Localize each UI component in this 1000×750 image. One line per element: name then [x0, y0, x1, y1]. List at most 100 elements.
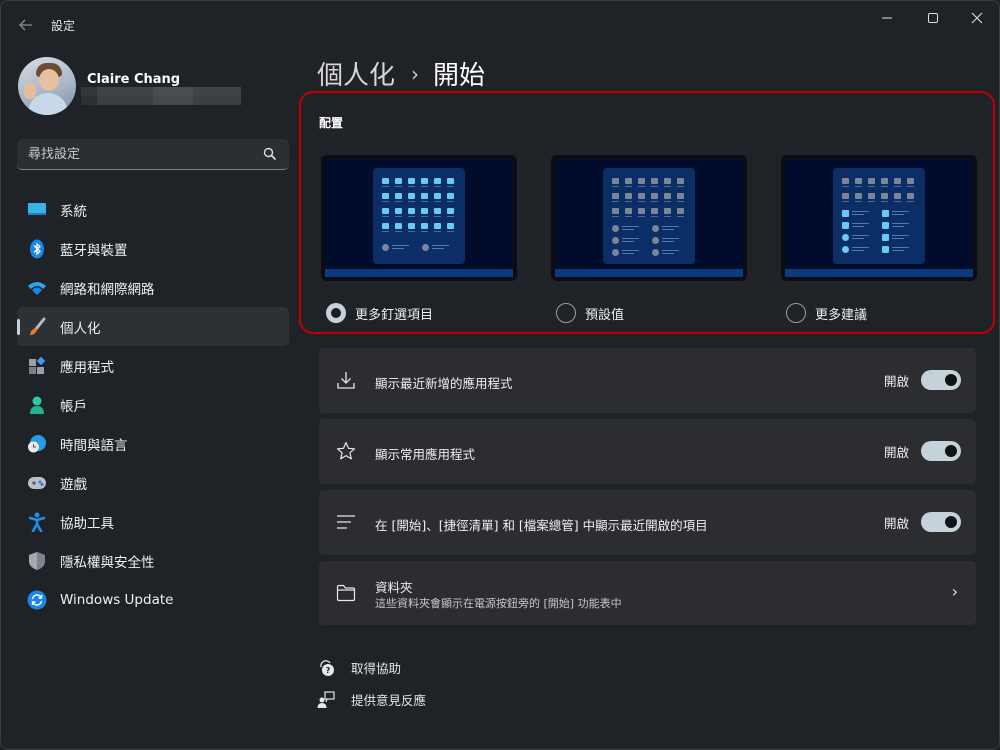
- layout-option-more-recommendations[interactable]: 更多建議: [786, 303, 867, 323]
- recommended-item-text: [662, 238, 679, 239]
- sidebar-item-apps[interactable]: 應用程式: [17, 346, 289, 385]
- minimize-button[interactable]: [864, 7, 910, 29]
- start-menu-preview: [373, 168, 465, 264]
- sidebar-item-bluetooth[interactable]: 藍牙與裝置: [17, 229, 289, 268]
- layout-option-more-pins[interactable]: 更多釘選項目: [326, 303, 433, 323]
- app-tile-label: [408, 231, 415, 232]
- minimize-icon: [882, 17, 892, 19]
- layout-option-default[interactable]: 預設值: [556, 303, 624, 323]
- app-tile-label: [625, 201, 632, 202]
- radio-button[interactable]: [786, 303, 806, 323]
- active-indicator: [17, 319, 20, 335]
- setting-show-recently-added-apps[interactable]: 顯示最近新增的應用程式 開啟: [319, 348, 976, 413]
- give-feedback-label: 提供意見反應: [351, 693, 427, 708]
- app-tile: [447, 193, 454, 199]
- sidebar-item-time-language[interactable]: 時間與語言: [17, 424, 289, 463]
- app-tile: [434, 208, 441, 214]
- radio-button[interactable]: [556, 303, 576, 323]
- sidebar-item-label: 網路和網際網路: [60, 281, 155, 298]
- search-input[interactable]: [28, 146, 248, 162]
- app-tile-label: [664, 186, 671, 187]
- sidebar-item-system[interactable]: 系統: [17, 190, 289, 229]
- toggle-switch[interactable]: [921, 441, 961, 461]
- star-icon: [335, 440, 357, 462]
- app-tile: [612, 208, 619, 214]
- app-tile: [447, 178, 454, 184]
- app-tile: [382, 208, 389, 214]
- app-tile-label: [408, 216, 415, 217]
- app-tile-label: [382, 231, 389, 232]
- app-tile-label: [434, 216, 441, 217]
- recommended-item-text: [662, 229, 674, 230]
- recommended-item-text: [892, 235, 909, 236]
- app-tile-label: [395, 231, 402, 232]
- close-button[interactable]: [954, 7, 999, 29]
- sidebar-item-accounts[interactable]: 帳戶: [17, 385, 289, 424]
- setting-show-recently-opened-items[interactable]: 在 [開始]、[捷徑清單] 和 [檔案總管] 中顯示最近開啟的項目 開啟: [319, 490, 976, 555]
- sidebar-item-personalization[interactable]: 個人化: [17, 307, 289, 346]
- radio-button[interactable]: [326, 303, 346, 323]
- get-help-link[interactable]: ? 取得協助: [317, 658, 401, 677]
- recommended-item-text: [622, 238, 639, 239]
- app-tile-label: [894, 201, 901, 202]
- setting-description: 這些資料夾會顯示在電源按鈕旁的 [開始] 功能表中: [375, 597, 622, 610]
- recommended-item-text: [432, 248, 444, 249]
- sidebar-item-label: 應用程式: [60, 359, 114, 376]
- app-tile: [447, 223, 454, 229]
- app-tile-label: [421, 216, 428, 217]
- app-tile: [434, 193, 441, 199]
- toggle-state-label: 開啟: [883, 444, 909, 460]
- sidebar-item-accessibility[interactable]: 協助工具: [17, 502, 289, 541]
- app-tile-label: [447, 231, 454, 232]
- shield-icon: [27, 551, 47, 571]
- recommended-item-text: [852, 250, 864, 251]
- layout-preview-more-pins[interactable]: [321, 155, 517, 281]
- sidebar-item-windows-update[interactable]: Windows Update: [17, 580, 289, 619]
- user-name: Claire Chang: [87, 72, 181, 87]
- recommended-item-icon: [652, 237, 659, 244]
- recommended-item-text: [892, 250, 904, 251]
- app-tile-label: [434, 201, 441, 202]
- breadcrumb-parent[interactable]: 個人化: [317, 55, 395, 92]
- recommended-item-text: [662, 226, 679, 227]
- toggle-switch[interactable]: [921, 370, 961, 390]
- give-feedback-link[interactable]: 提供意見反應: [317, 690, 426, 709]
- app-tile-label: [421, 231, 428, 232]
- layout-preview-more-recommendations[interactable]: [781, 155, 977, 281]
- recommended-item-text: [852, 235, 869, 236]
- app-tile-label: [395, 201, 402, 202]
- app-tile: [395, 208, 402, 214]
- search-box[interactable]: [17, 139, 289, 170]
- app-tile: [638, 178, 645, 184]
- app-tile: [434, 178, 441, 184]
- app-tile: [612, 193, 619, 199]
- app-tile: [421, 193, 428, 199]
- app-tile: [907, 178, 914, 184]
- recommended-item-text: [662, 250, 679, 251]
- setting-folders[interactable]: 資料夾 這些資料夾會顯示在電源按鈕旁的 [開始] 功能表中 ›: [319, 561, 976, 625]
- maximize-button[interactable]: [910, 7, 956, 29]
- sidebar-item-label: 系統: [60, 203, 87, 220]
- recommended-item-text: [662, 253, 674, 254]
- app-tile: [421, 178, 428, 184]
- layout-preview-default[interactable]: [551, 155, 747, 281]
- recommended-item-icon: [652, 249, 659, 256]
- sidebar-item-gaming[interactable]: 遊戲: [17, 463, 289, 502]
- toggle-switch[interactable]: [921, 512, 961, 532]
- app-tile: [664, 178, 671, 184]
- sidebar-item-network[interactable]: 網路和網際網路: [17, 268, 289, 307]
- app-tile-label: [907, 186, 914, 187]
- app-tile: [907, 193, 914, 199]
- close-icon: [971, 12, 983, 24]
- recommended-item-text: [892, 226, 904, 227]
- app-tile-label: [434, 186, 441, 187]
- bluetooth-icon: [27, 239, 47, 259]
- back-arrow-icon: [19, 19, 32, 31]
- back-button[interactable]: [13, 13, 39, 37]
- app-tile: [677, 193, 684, 199]
- setting-show-most-used-apps[interactable]: 顯示常用應用程式 開啟: [319, 419, 976, 484]
- search-icon[interactable]: [263, 147, 277, 161]
- avatar[interactable]: [18, 57, 76, 115]
- sidebar-item-privacy-security[interactable]: 隱私權與安全性: [17, 541, 289, 580]
- app-tile-label: [612, 201, 619, 202]
